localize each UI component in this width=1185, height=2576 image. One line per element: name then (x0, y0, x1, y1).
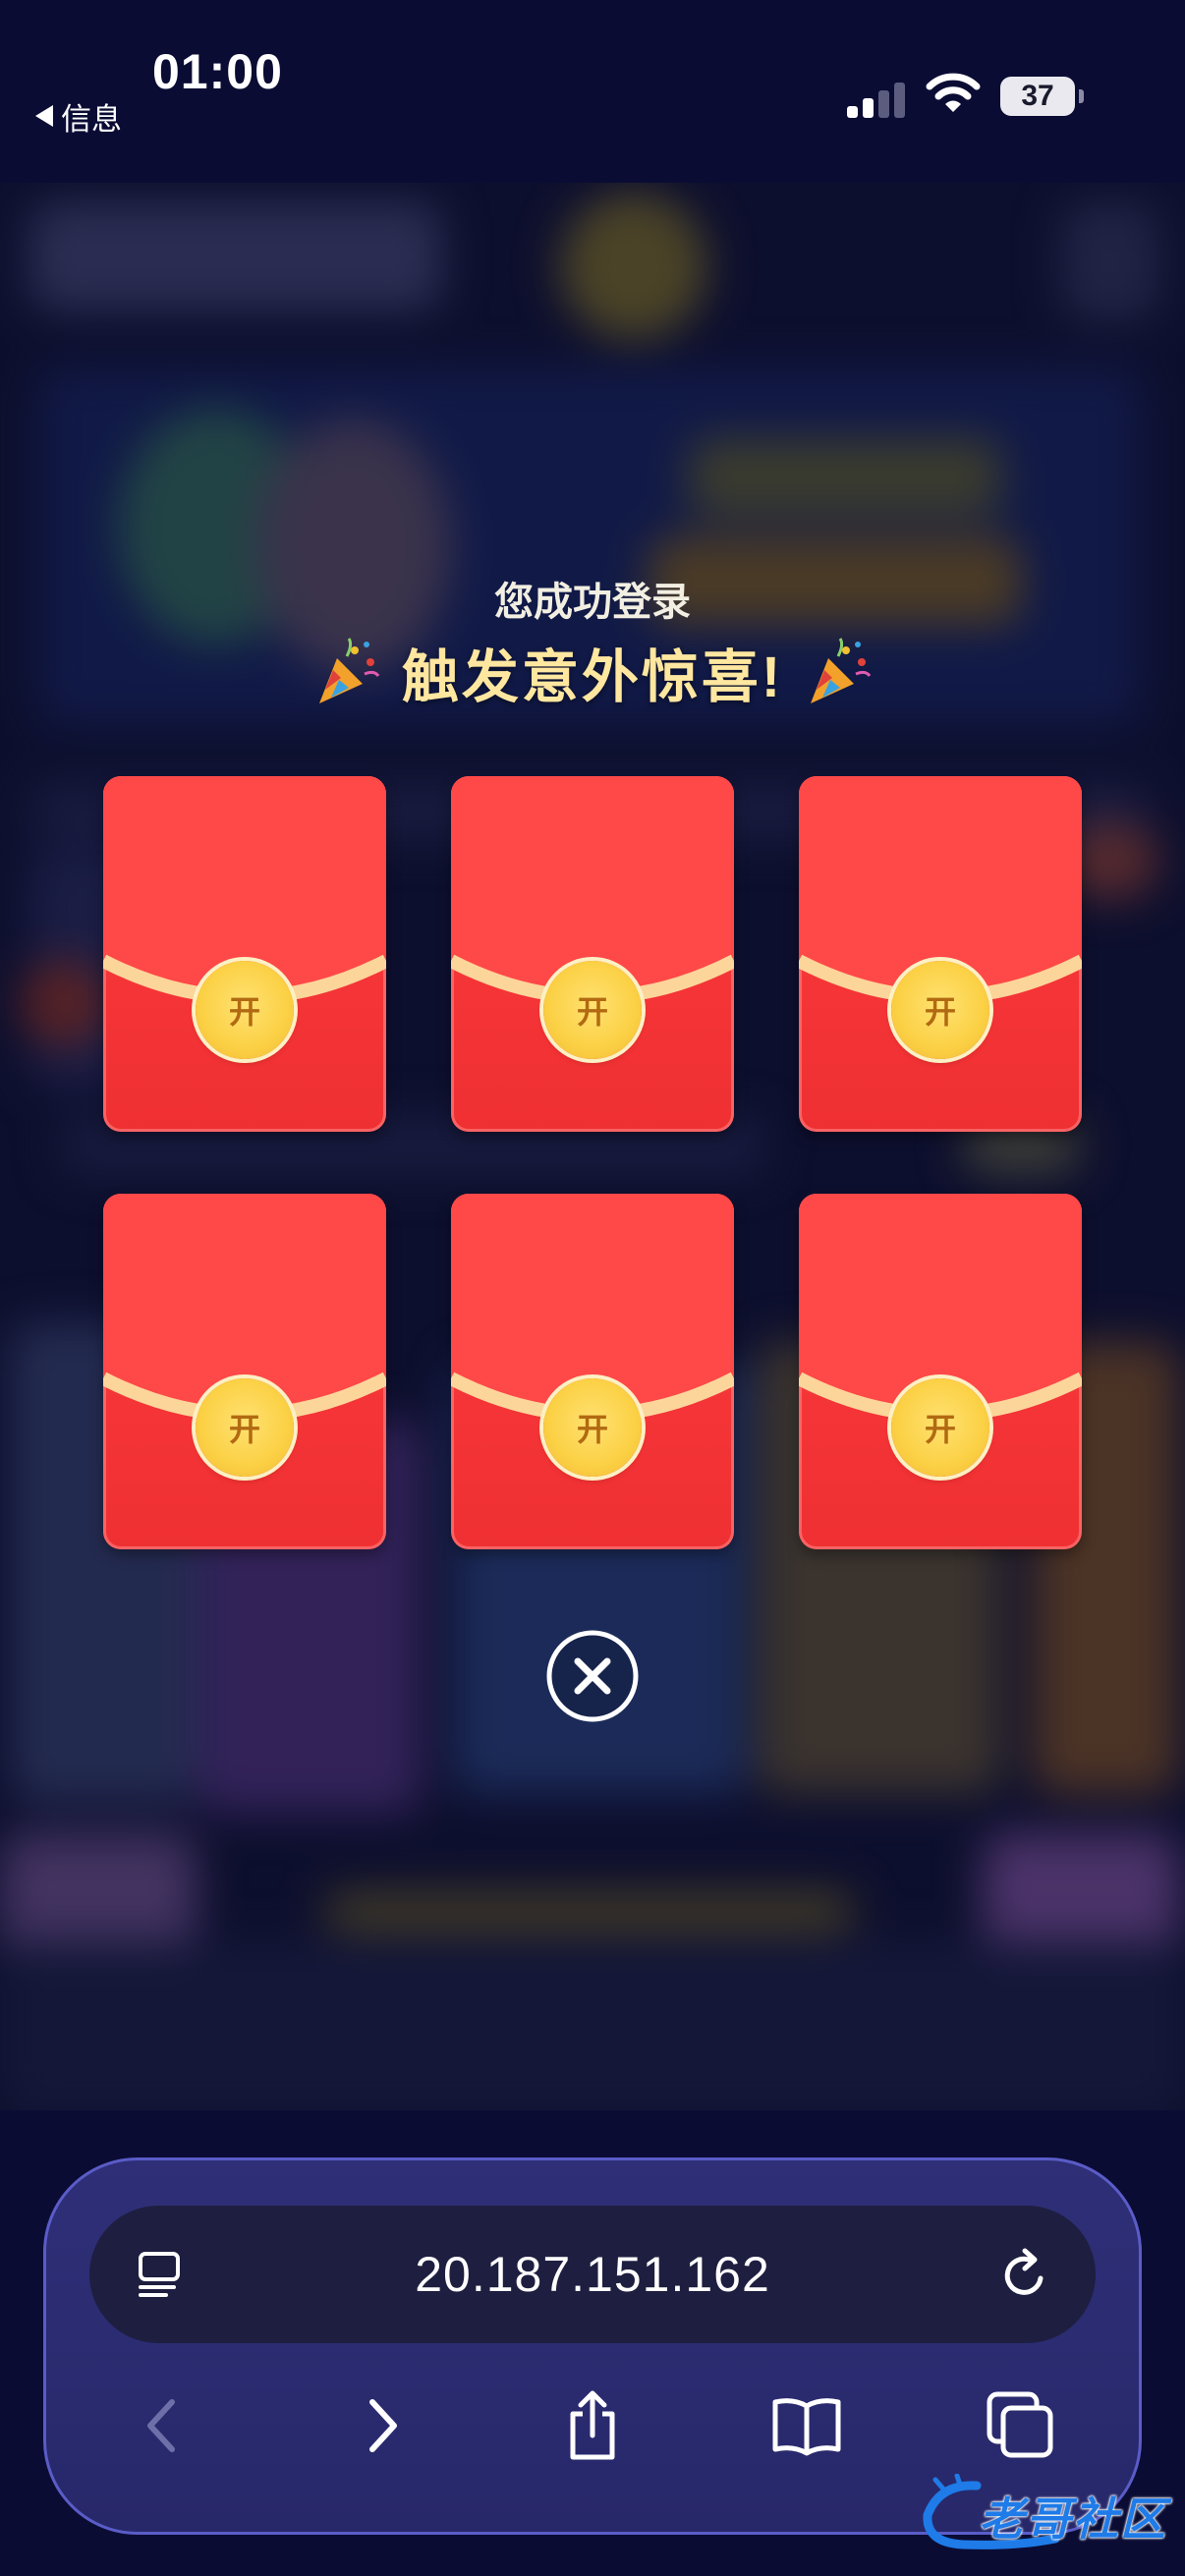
red-envelope[interactable]: 开 (451, 776, 734, 1132)
open-envelope-button[interactable]: 开 (891, 961, 989, 1059)
close-icon (546, 1630, 639, 1722)
status-bar: 信息 01:00 37 (0, 0, 1185, 183)
tabs-icon[interactable] (984, 2388, 1058, 2463)
open-envelope-button[interactable]: 开 (196, 1378, 294, 1477)
chevron-left-icon[interactable] (127, 2388, 201, 2463)
battery-level: 37 (1021, 80, 1054, 112)
book-icon[interactable] (769, 2388, 844, 2463)
modal-dim-overlay (0, 183, 1185, 2110)
red-envelope[interactable]: 开 (103, 1194, 386, 1549)
party-popper-icon (318, 638, 380, 703)
address-url: 20.187.151.162 (415, 2247, 770, 2302)
blurred-web-page (0, 183, 1185, 2110)
popup-title: 触发意外惊喜! (401, 645, 784, 709)
watermark-text: 老哥社区 (979, 2493, 1167, 2545)
popup-subtitle: 您成功登录 (494, 581, 691, 624)
battery-indicator: 37 (1000, 77, 1084, 116)
cellular-signal-icon (847, 79, 906, 118)
open-envelope-button[interactable]: 开 (196, 961, 294, 1059)
popup-title-row: 触发意外惊喜! (0, 633, 1185, 711)
back-triangle-icon (35, 105, 53, 127)
red-envelope[interactable]: 开 (799, 1194, 1082, 1549)
close-popup-button[interactable] (545, 1629, 640, 1723)
red-envelope[interactable]: 开 (799, 776, 1082, 1132)
open-envelope-button[interactable]: 开 (543, 1378, 642, 1477)
back-to-app-button[interactable]: 信息 (35, 96, 122, 137)
red-envelope[interactable]: 开 (451, 1194, 734, 1549)
address-bar[interactable]: 20.187.151.162 (89, 2206, 1096, 2343)
chevron-right-icon[interactable] (343, 2388, 418, 2463)
party-popper-icon (811, 638, 872, 703)
reload-icon[interactable] (999, 2247, 1052, 2302)
open-envelope-button[interactable]: 开 (543, 961, 642, 1059)
red-envelope[interactable]: 开 (103, 776, 386, 1132)
back-app-label: 信息 (61, 101, 122, 137)
clock: 01:00 (152, 44, 283, 99)
watermark-logo: 老哥社区 (918, 2474, 1175, 2552)
wifi-icon (926, 73, 981, 112)
open-envelope-button[interactable]: 开 (891, 1378, 989, 1477)
share-icon[interactable] (555, 2388, 630, 2463)
